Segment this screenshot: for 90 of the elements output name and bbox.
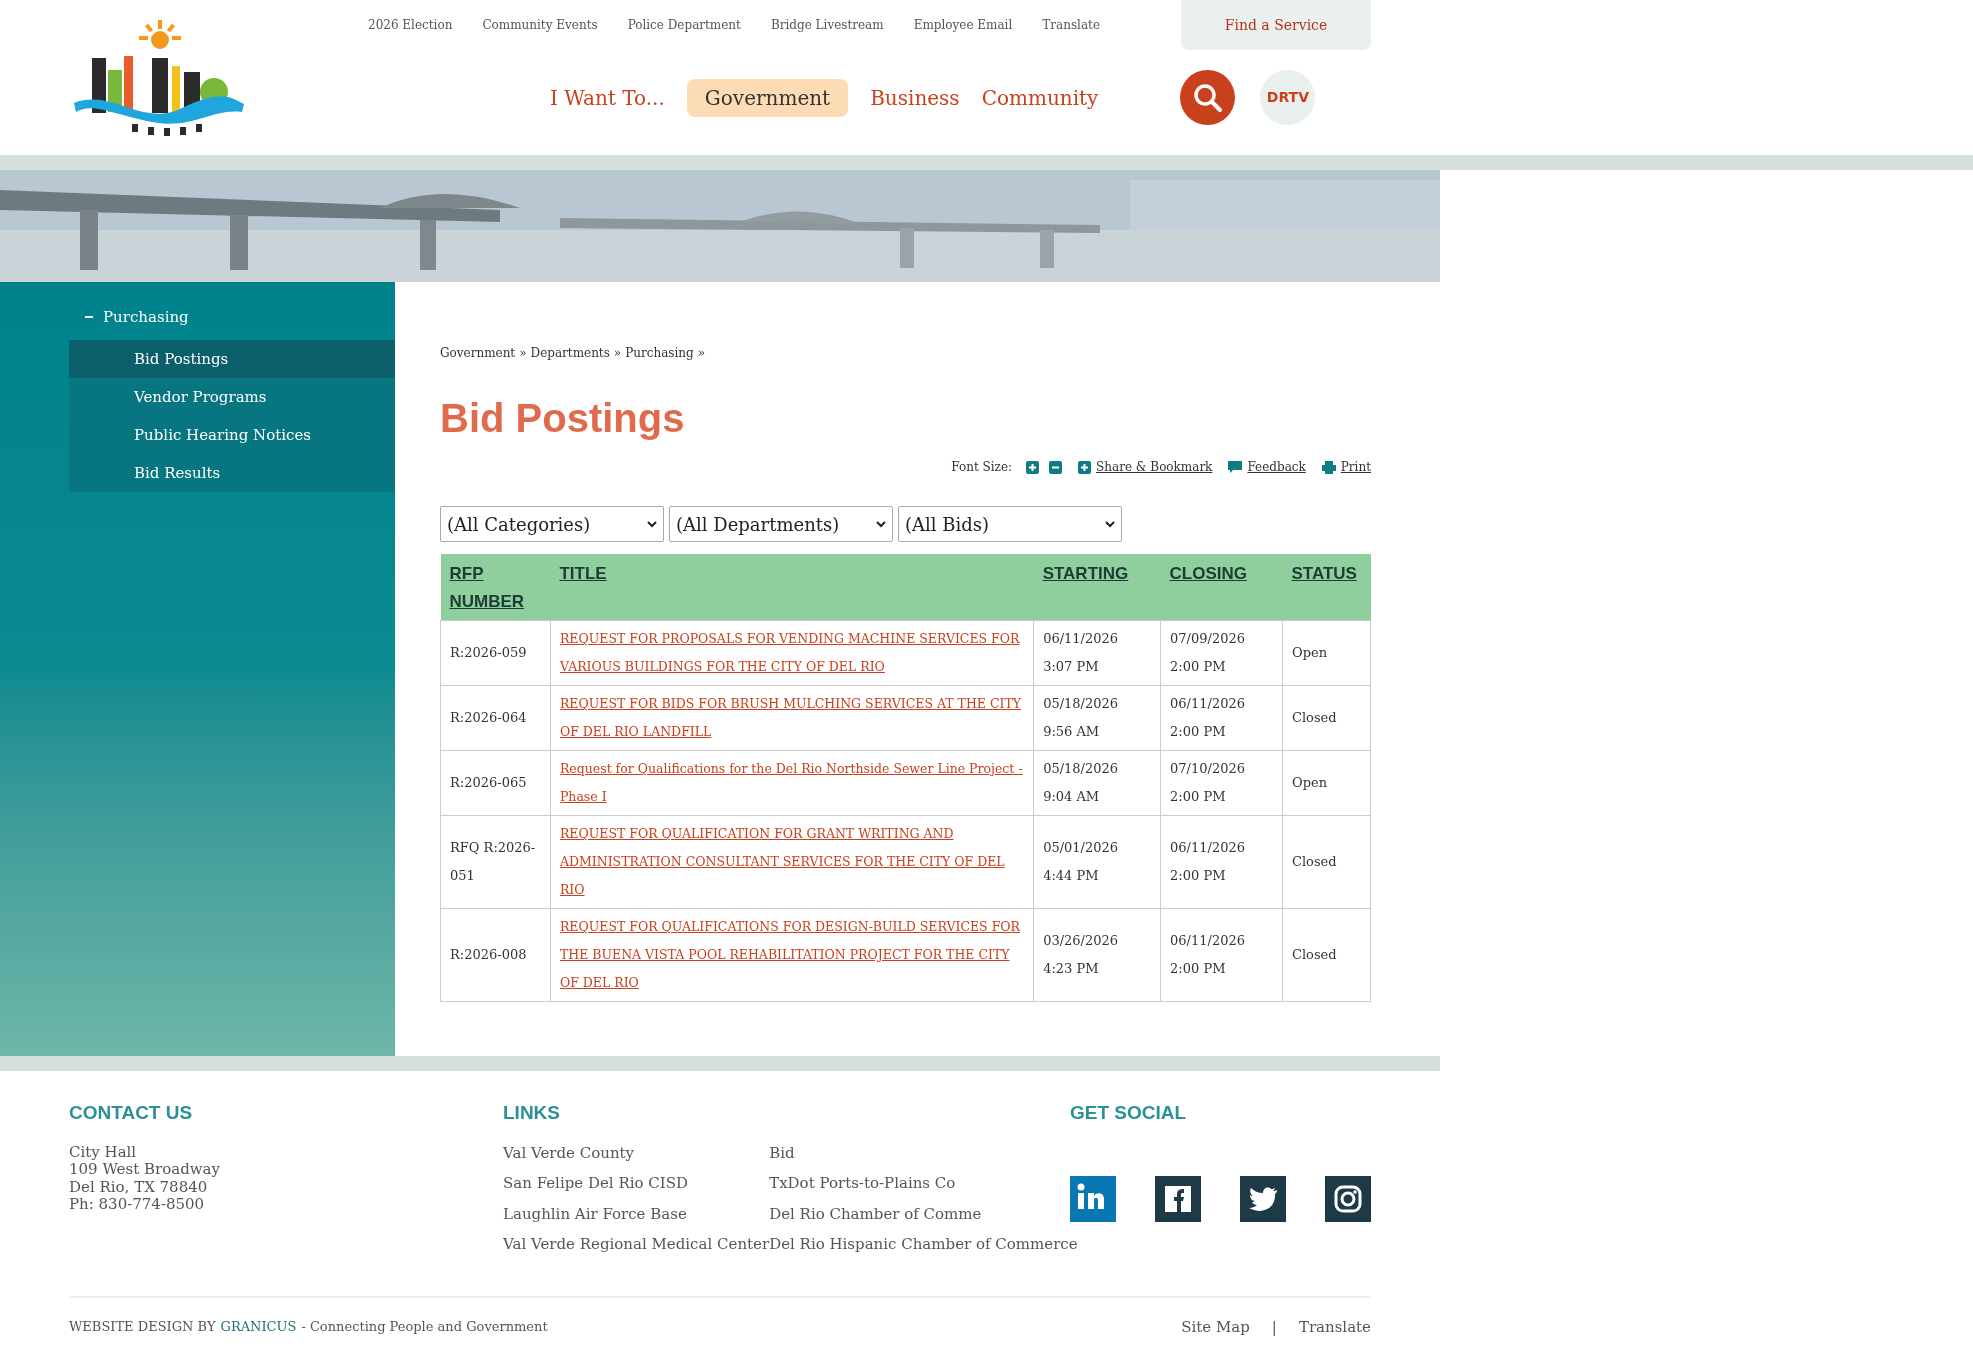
column-header[interactable]: STARTING <box>1033 554 1161 621</box>
table-cell: 06/11/2026 2:00 PM <box>1160 685 1283 751</box>
column-header[interactable]: STATUS <box>1282 554 1371 621</box>
footer-link[interactable]: Site Map <box>1181 1315 1250 1338</box>
page-title: Bid Postings <box>440 395 686 442</box>
contact-line: City Hall <box>69 1143 138 1161</box>
footer-link[interactable]: Laughlin Air Force Base <box>503 1202 687 1225</box>
footer-link[interactable]: Val Verde Regional Medical Center <box>503 1233 770 1256</box>
status-cell: Open <box>1282 620 1371 686</box>
tool-link[interactable]: Feedback <box>1247 458 1306 476</box>
plus-icon <box>1078 460 1092 474</box>
top-link[interactable]: Community Events <box>482 16 598 34</box>
granicus-link[interactable]: GRANICUS <box>220 1317 297 1337</box>
table-cell: 05/18/2026 9:56 AM <box>1033 685 1161 751</box>
font-decrease-icon[interactable] <box>1049 460 1063 474</box>
breadcrumb-separator: » <box>613 345 622 362</box>
facebook-icon[interactable] <box>1155 1175 1201 1222</box>
top-link[interactable]: Bridge Livestream <box>770 16 884 34</box>
top-link[interactable]: Police Department <box>627 16 741 34</box>
caret-icon <box>647 520 657 528</box>
table-cell: 07/10/2026 2:00 PM <box>1160 750 1283 816</box>
table-cell: 07/09/2026 2:00 PM <box>1160 620 1283 686</box>
footer-heading: GET SOCIAL <box>1070 1101 1188 1125</box>
top-link[interactable]: Translate <box>1042 16 1100 34</box>
twitter-icon[interactable] <box>1240 1175 1286 1222</box>
nav-tab[interactable]: Community <box>981 78 1099 117</box>
table-cell: RFQ R:2026-051 <box>440 815 551 909</box>
table-cell: R:2026-059 <box>440 620 551 686</box>
table-cell: 06/11/2026 3:07 PM <box>1033 620 1161 686</box>
table-cell: 05/18/2026 9:04 AM <box>1033 750 1161 816</box>
breadcrumb-link[interactable]: Purchasing <box>625 344 694 362</box>
credit-text: WEBSITE DESIGN BY <box>69 1318 216 1336</box>
speech-bubble-icon <box>1228 460 1243 474</box>
sidebar-item[interactable]: Bid Postings <box>69 340 395 378</box>
filter-dropdown[interactable]: (All Bids) <box>898 506 1122 542</box>
breadcrumb-separator: » <box>697 345 706 362</box>
font-size-label: Font Size: <box>951 459 1013 476</box>
table-cell: 03/26/2026 4:23 PM <box>1033 908 1161 1002</box>
caret-icon <box>1105 520 1115 528</box>
filter-dropdown[interactable]: (All Categories) <box>440 506 664 542</box>
instagram-icon[interactable] <box>1325 1175 1371 1222</box>
nav-tab[interactable]: Government <box>686 78 849 117</box>
search-icon <box>1191 81 1224 114</box>
breadcrumb-separator: » <box>519 345 527 362</box>
table-cell: 06/11/2026 2:00 PM <box>1160 815 1283 909</box>
column-header[interactable]: CLOSING <box>1160 554 1283 621</box>
status-cell: Closed <box>1282 685 1371 751</box>
contact-line: Ph: 830-774-8500 <box>69 1196 206 1214</box>
table-cell: R:2026-065 <box>440 750 551 816</box>
status-cell: Closed <box>1282 908 1371 1002</box>
status-cell: Closed <box>1282 815 1371 909</box>
footer-link[interactable]: Bid <box>769 1141 795 1164</box>
filter-dropdown[interactable]: (All Departments) <box>669 506 893 542</box>
footer-heading: CONTACT US <box>69 1101 194 1125</box>
drtv-button[interactable]: DRTV <box>1260 70 1316 125</box>
sidebar-item[interactable]: Vendor Programs <box>69 378 395 416</box>
linkedin-icon[interactable] <box>1070 1175 1116 1222</box>
find-service-button[interactable]: Find a Service <box>1181 0 1371 50</box>
font-increase-icon[interactable] <box>1026 460 1040 474</box>
contact-line: 109 West Broadway <box>69 1161 221 1179</box>
nav-tab[interactable]: I Want To... <box>550 78 665 117</box>
caret-icon <box>876 520 886 528</box>
status-cell: Open <box>1282 750 1371 816</box>
footer-link[interactable]: Translate <box>1298 1315 1371 1338</box>
footer-link[interactable]: Del Rio Hispanic Chamber of Commerce <box>769 1233 1078 1256</box>
nav-tab[interactable]: Business <box>870 78 960 117</box>
top-link[interactable]: 2026 Election <box>368 16 453 34</box>
table-cell: 06/11/2026 2:00 PM <box>1160 908 1283 1002</box>
column-header[interactable]: TITLE <box>550 554 1034 621</box>
footer-heading: LINKS <box>503 1101 561 1125</box>
search-button[interactable] <box>1180 70 1236 125</box>
table-cell: R:2026-064 <box>440 685 551 751</box>
sidebar-item[interactable]: Public Hearing Notices <box>69 416 395 454</box>
sidebar-item[interactable]: Purchasing <box>0 302 395 332</box>
column-header[interactable]: RFP NUMBER <box>440 554 551 621</box>
contact-line: Del Rio, TX 78840 <box>69 1178 209 1196</box>
table-cell: 05/01/2026 4:44 PM <box>1033 815 1161 909</box>
sidebar-item[interactable]: Bid Results <box>69 454 395 492</box>
breadcrumb-link[interactable]: Departments <box>530 344 610 362</box>
footer-link[interactable]: TxDot Ports-to-Plains Co <box>769 1172 956 1195</box>
breadcrumb-link[interactable]: Government <box>440 344 516 362</box>
top-link[interactable]: Employee Email <box>913 16 1013 34</box>
link-separator: | <box>1271 1316 1277 1338</box>
credit-text: - Connecting People and Government <box>301 1318 548 1336</box>
tool-link[interactable]: Print <box>1340 458 1371 476</box>
footer-link[interactable]: San Felipe Del Rio CISD <box>503 1172 689 1195</box>
tool-link[interactable]: Share & Bookmark <box>1096 458 1213 476</box>
table-cell: R:2026-008 <box>440 908 551 1002</box>
footer-link[interactable]: Del Rio Chamber of Comme <box>769 1202 982 1225</box>
footer-link[interactable]: Val Verde County <box>503 1141 635 1164</box>
